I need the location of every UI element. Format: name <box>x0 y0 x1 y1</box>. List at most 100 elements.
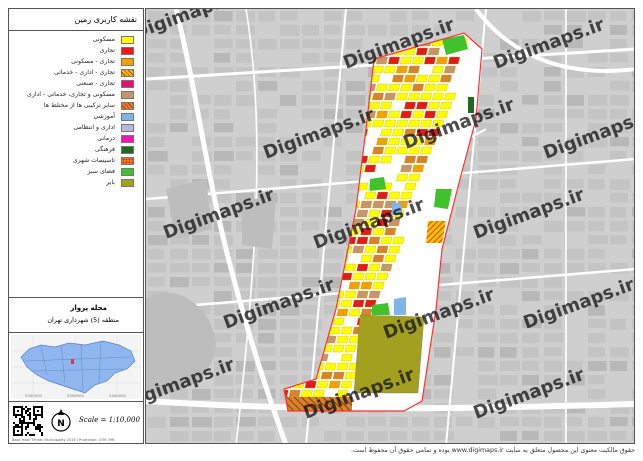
land-parcel <box>340 353 353 362</box>
land-parcel <box>436 83 448 92</box>
legend-label: تجاری <box>99 47 115 54</box>
city-block <box>148 417 166 428</box>
land-parcel <box>416 101 428 110</box>
city-block <box>236 81 253 92</box>
land-parcel <box>376 110 389 119</box>
city-block <box>434 333 454 343</box>
map-canvas[interactable]: Digimaps.ir Digimaps.irDigimaps.ir Digimap… <box>146 9 635 444</box>
land-parcel <box>428 74 440 83</box>
city-block <box>214 165 232 175</box>
inset-tick-2: 5350000 <box>67 393 84 398</box>
land-parcel <box>427 47 440 56</box>
city-block <box>632 193 634 203</box>
legend-item: مسکونی و تجاری، خدماتی - اداری <box>13 90 139 101</box>
city-block <box>302 319 322 330</box>
legend-item: فرهنگی <box>13 145 139 156</box>
city-block <box>302 81 322 92</box>
city-block <box>544 11 564 21</box>
city-block <box>522 263 540 273</box>
city-block <box>632 165 634 175</box>
land-parcel <box>404 182 417 191</box>
land-parcel <box>344 263 357 272</box>
city-block <box>544 417 562 428</box>
city-block <box>390 11 407 22</box>
city-block <box>258 333 275 344</box>
city-block <box>346 431 364 441</box>
land-parcel <box>416 74 428 83</box>
city-block <box>192 263 210 273</box>
land-parcel <box>360 200 373 209</box>
city-block <box>478 361 496 372</box>
legend-item: بایر <box>13 178 139 189</box>
land-parcel <box>384 119 396 128</box>
city-block <box>324 39 344 49</box>
city-block <box>522 151 542 162</box>
land-parcel <box>400 56 412 65</box>
city-block <box>302 151 321 162</box>
legend-label: فضای سبز <box>87 168 115 175</box>
city-block <box>544 361 563 372</box>
city-block <box>500 179 517 189</box>
city-block <box>324 11 343 22</box>
land-parcel <box>316 380 329 389</box>
city-block <box>500 249 520 259</box>
copyright-footer: حقوق مالکیت معنوی این محصول متعلق به سای… <box>351 447 635 454</box>
city-block <box>236 375 255 385</box>
city-block <box>412 11 429 21</box>
city-block <box>258 347 276 357</box>
city-block <box>566 417 583 427</box>
legend-item: تجاری <box>13 46 139 57</box>
land-parcel <box>364 272 377 281</box>
city-block <box>170 431 189 442</box>
land-parcel <box>388 245 401 254</box>
location-inset-map: 5300000 5350000 5400000 <box>11 335 141 399</box>
land-parcel <box>408 119 420 128</box>
city-block <box>544 123 563 133</box>
city-block <box>236 151 253 161</box>
legend-item: تاسیسات شهری <box>13 156 139 167</box>
city-block <box>522 431 539 441</box>
land-parcel <box>400 110 413 119</box>
land-parcel <box>440 74 452 83</box>
city-block <box>192 25 211 36</box>
city-block <box>280 221 297 232</box>
city-block <box>632 11 634 22</box>
city-block <box>192 235 210 245</box>
city-block <box>214 39 233 49</box>
city-block <box>324 25 341 35</box>
land-parcel <box>432 65 444 74</box>
city-block <box>522 361 539 371</box>
land-parcel <box>412 83 424 92</box>
land-parcel <box>372 92 384 101</box>
city-block <box>588 95 608 106</box>
city-block <box>632 319 634 329</box>
city-block <box>522 333 540 343</box>
legend-item: فضای سبز <box>13 167 139 178</box>
land-parcel <box>372 146 385 155</box>
city-block <box>478 333 498 343</box>
legend-label: مسکونی و تجاری، خدماتی - اداری <box>27 91 115 98</box>
land-parcel <box>376 272 389 281</box>
city-block <box>302 25 319 36</box>
city-block <box>522 347 539 358</box>
legend-swatch <box>121 80 134 88</box>
land-parcel <box>356 263 369 272</box>
city-block <box>544 431 563 442</box>
city-block <box>280 95 297 106</box>
city-block <box>302 263 321 274</box>
city-block <box>170 81 189 92</box>
legend-item: آموزشی <box>13 112 139 123</box>
north-letter: N <box>57 419 65 429</box>
city-block <box>456 347 474 357</box>
city-block <box>544 95 563 105</box>
city-block <box>544 179 561 189</box>
land-use-map[interactable]: Digimaps.ir Digimaps.ir Digimaps.ir Digimap… <box>145 8 635 444</box>
city-block <box>258 277 278 288</box>
city-block <box>390 431 407 441</box>
city-block <box>258 39 277 50</box>
city-block <box>610 221 628 232</box>
city-block <box>632 235 634 246</box>
land-parcel <box>436 56 448 65</box>
city-block <box>632 207 634 217</box>
land-parcel <box>380 155 393 164</box>
